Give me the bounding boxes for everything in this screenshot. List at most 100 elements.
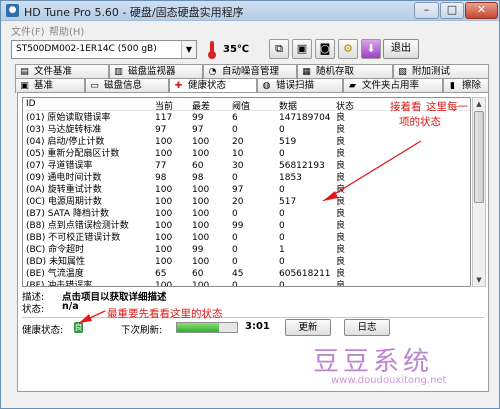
chevron-down-icon[interactable]: ▼ bbox=[181, 41, 196, 58]
tab-extra-tests[interactable]: ▧ 附加测试 bbox=[393, 64, 489, 79]
cell-worst: 60 bbox=[192, 269, 204, 279]
cell-status: 良 bbox=[336, 197, 346, 207]
title-bar: ● HD Tune Pro 5.60 - 硬盘/固态硬盘实用程序 – □ ✕ bbox=[1, 1, 499, 21]
table-row[interactable]: (BF) 冲击错误率 100 100 0 0 良 bbox=[23, 280, 470, 287]
col-header-data[interactable]: 数据 bbox=[279, 99, 297, 112]
cell-threshold: 0 bbox=[232, 257, 238, 267]
cell-current: 100 bbox=[155, 233, 173, 243]
copy-icon[interactable]: ⧉ bbox=[269, 39, 289, 59]
table-scrollbar[interactable]: ▲ ▼ bbox=[472, 97, 486, 287]
download-icon[interactable]: ⬇ bbox=[361, 39, 381, 59]
table-row[interactable]: (BE) 气流温度 65 60 45 605618211 良 bbox=[23, 268, 470, 280]
cell-id: (BE) 气流温度 bbox=[26, 269, 84, 279]
cell-status: 良 bbox=[336, 257, 346, 267]
col-header-id[interactable]: ID bbox=[26, 99, 36, 109]
update-button[interactable]: 更新 bbox=[285, 319, 331, 336]
menu-file[interactable]: 文件(F) bbox=[11, 23, 45, 38]
options-icon[interactable]: ⚙ bbox=[338, 39, 358, 59]
menu-help[interactable]: 帮助(H) bbox=[49, 23, 84, 38]
cell-data: 0 bbox=[279, 221, 285, 231]
cell-worst: 100 bbox=[192, 281, 210, 287]
close-button[interactable]: ✕ bbox=[465, 2, 498, 19]
table-row[interactable]: (0A) 旋转重试计数 100 100 97 0 良 bbox=[23, 184, 470, 196]
table-row[interactable]: (B8) 点到点错误检测计数 100 100 99 0 良 bbox=[23, 220, 470, 232]
tab-folder-usage[interactable]: ▰ 文件夹占用率 bbox=[343, 78, 443, 93]
tab-noise-management[interactable]: ◔ 自动噪音管理 bbox=[203, 64, 297, 79]
cell-current: 77 bbox=[155, 161, 167, 171]
cell-threshold: 0 bbox=[232, 233, 238, 243]
cell-threshold: 99 bbox=[232, 221, 244, 231]
table-row[interactable]: (BD) 未知属性 100 100 0 0 良 bbox=[23, 256, 470, 268]
file-benchmark-icon: ▤ bbox=[20, 67, 29, 77]
cell-data: 0 bbox=[279, 185, 285, 195]
table-row[interactable]: (BC) 命令超时 100 99 0 1 良 bbox=[23, 244, 470, 256]
col-header-current[interactable]: 当前 bbox=[155, 99, 173, 112]
disk-info-icon: ▭ bbox=[90, 81, 99, 91]
cell-current: 100 bbox=[155, 149, 173, 159]
cell-id: (0C) 电源周期计数 bbox=[26, 197, 102, 207]
cell-current: 100 bbox=[155, 245, 173, 255]
cell-current: 100 bbox=[155, 257, 173, 267]
noise-icon: ◔ bbox=[208, 67, 217, 77]
scroll-down-icon[interactable]: ▼ bbox=[473, 274, 485, 286]
scroll-up-icon[interactable]: ▲ bbox=[473, 98, 485, 110]
cell-threshold: 20 bbox=[232, 197, 244, 207]
cell-worst: 99 bbox=[192, 113, 204, 123]
cell-id: (03) 马达旋转标准 bbox=[26, 125, 102, 135]
table-row[interactable]: (BB) 不可校正错误计数 100 100 0 0 良 bbox=[23, 232, 470, 244]
log-button[interactable]: 日志 bbox=[344, 319, 390, 336]
cell-worst: 100 bbox=[192, 137, 210, 147]
refresh-countdown: 3:01 bbox=[245, 321, 270, 332]
cell-status: 良 bbox=[336, 149, 346, 159]
table-row[interactable]: (04) 启动/停止计数 100 100 20 519 良 bbox=[23, 136, 470, 148]
annotation-top-line2: 项的状态 bbox=[399, 116, 441, 128]
annotation-lead: 接着看 bbox=[390, 101, 422, 113]
tab-disk-monitor[interactable]: ▥ 磁盘监视器 bbox=[109, 64, 203, 79]
cell-data: 1 bbox=[279, 245, 285, 255]
cell-id: (07) 寻道错误率 bbox=[26, 161, 93, 171]
col-header-status[interactable]: 状态 bbox=[336, 99, 354, 112]
exit-button[interactable]: 退出 bbox=[383, 39, 419, 59]
annotation-bottom: 最重要先看看这里的状态 bbox=[107, 308, 223, 320]
col-header-worst[interactable]: 最差 bbox=[192, 99, 210, 112]
cell-worst: 60 bbox=[192, 161, 204, 171]
cell-status: 良 bbox=[336, 113, 346, 123]
col-header-threshold[interactable]: 阈值 bbox=[232, 99, 250, 112]
table-row[interactable]: (09) 通电时间计数 98 98 0 1853 良 bbox=[23, 172, 470, 184]
tab-error-scan[interactable]: ◍ 错误扫描 bbox=[257, 78, 343, 93]
cell-id: (B8) 点到点错误检测计数 bbox=[26, 221, 129, 231]
cell-threshold: 0 bbox=[232, 173, 238, 183]
maximize-button[interactable]: □ bbox=[440, 2, 464, 19]
tab-disk-info[interactable]: ▭ 磁盘信息 bbox=[85, 78, 169, 93]
cell-threshold: 0 bbox=[232, 281, 238, 287]
table-row[interactable]: (07) 寻道错误率 77 60 30 56812193 良 bbox=[23, 160, 470, 172]
scroll-thumb[interactable] bbox=[474, 111, 484, 203]
tab-file-benchmark[interactable]: ▤ 文件基准 bbox=[15, 64, 109, 79]
cell-data: 56812193 bbox=[279, 161, 325, 171]
tab-erase[interactable]: ▮ 擦除 bbox=[443, 78, 489, 93]
divider bbox=[22, 317, 484, 318]
extra-tests-icon: ▧ bbox=[398, 67, 407, 77]
cell-current: 98 bbox=[155, 173, 167, 183]
table-row[interactable]: (0C) 电源周期计数 100 100 20 517 良 bbox=[23, 196, 470, 208]
cell-data: 0 bbox=[279, 233, 285, 243]
cell-worst: 98 bbox=[192, 173, 204, 183]
cell-threshold: 45 bbox=[232, 269, 244, 279]
cell-data: 0 bbox=[279, 209, 285, 219]
camera-icon[interactable]: ◙ bbox=[315, 39, 335, 59]
cell-id: (B7) SATA 降档计数 bbox=[26, 209, 109, 219]
cell-id: (0A) 旋转重试计数 bbox=[26, 185, 102, 195]
minimize-button[interactable]: – bbox=[414, 2, 439, 19]
tab-benchmark[interactable]: ▣ 基准 bbox=[15, 78, 85, 93]
cell-current: 100 bbox=[155, 281, 173, 287]
save-icon[interactable]: ▣ bbox=[292, 39, 312, 59]
table-row[interactable]: (B7) SATA 降档计数 100 100 0 0 良 bbox=[23, 208, 470, 220]
drive-select[interactable]: ST500DM002-1ER14C (500 gB) ▼ bbox=[11, 40, 197, 59]
cell-status: 良 bbox=[336, 173, 346, 183]
table-row[interactable]: (05) 重新分配扇区计数 100 100 10 0 良 bbox=[23, 148, 470, 160]
disk-monitor-icon: ▥ bbox=[114, 67, 123, 77]
watermark-url: www.doudouxitong.net bbox=[331, 375, 447, 386]
tab-random-access[interactable]: ▦ 随机存取 bbox=[297, 64, 393, 79]
cell-current: 65 bbox=[155, 269, 167, 279]
erase-icon: ▮ bbox=[450, 81, 455, 91]
